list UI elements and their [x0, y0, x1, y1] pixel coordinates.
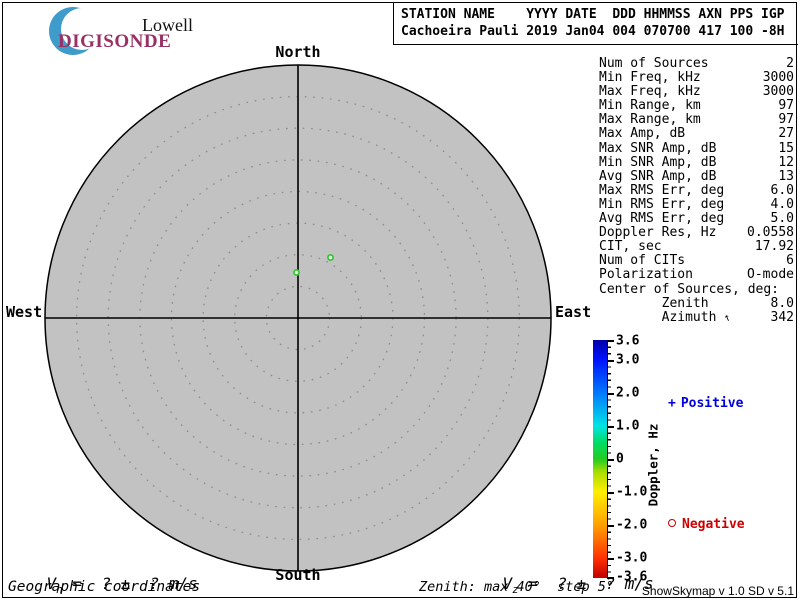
param-row: Max RMS Err, deg 6.0	[599, 182, 794, 198]
param-row: Avg RMS Err, deg 5.0	[599, 211, 794, 227]
param-row: Min Range, km 97	[599, 98, 794, 114]
source-dot	[293, 269, 300, 276]
software-version-label: ShowSkymap v 1.0 SD v 5.1	[641, 584, 794, 598]
colorbar-tick-label: 1.0	[616, 418, 640, 434]
station-header-columns: STATION NAME YYYY DATE DDD HHMMSS AXN PP…	[401, 7, 785, 22]
param-row: Center of Sources, deg:	[599, 281, 780, 297]
param-row: Num of Sources 2	[599, 56, 794, 71]
colorbar-tick-label: 3.6	[616, 333, 640, 349]
showskymap-window: Lowell DIGISONDE STATION NAME YYYY DATE …	[0, 0, 800, 600]
colorbar-tick-label: 2.0	[616, 385, 640, 401]
station-header-box: STATION NAME YYYY DATE DDD HHMMSS AXN PP…	[393, 2, 798, 45]
negative-circle-icon	[668, 519, 676, 527]
plus-icon: +	[668, 396, 676, 411]
colorbar-tick	[607, 426, 614, 428]
param-row: Zenith 8.0	[599, 295, 794, 311]
colorbar-tick	[607, 525, 614, 527]
param-row: Min SNR Amp, dB 12	[599, 154, 794, 170]
colorbar-tick-label: -2.0	[616, 517, 648, 533]
coordinate-system-label: Geographic coordinates	[8, 579, 201, 595]
positive-doppler-legend: + Positive	[668, 396, 744, 411]
compass-west-label: West	[6, 303, 43, 321]
colorbar-tick-label: 0	[616, 451, 624, 467]
compass-south-label: South	[275, 566, 321, 584]
param-row: Min Freq, kHz 3000	[599, 70, 794, 86]
compass-north-label: North	[275, 43, 321, 61]
param-row: Min RMS Err, deg 4.0	[599, 196, 794, 212]
source-dot	[327, 254, 334, 261]
colorbar-tick	[607, 459, 614, 461]
colorbar-title: Doppler, Hz	[645, 423, 661, 507]
param-row: Max Freq, kHz 3000	[599, 84, 794, 100]
logo-digisonde-text: DIGISONDE	[58, 31, 172, 52]
measurement-parameters-panel: Num of Sources 2 Min Freq, kHz 3000 Max Fr…	[599, 56, 794, 325]
param-row: Doppler Res, Hz 0.0558	[599, 225, 794, 241]
param-row: Max Amp, dB 27	[599, 126, 794, 142]
station-header-values: Cachoeira Pauli 2019 Jan04 004 070700 41…	[401, 23, 785, 39]
doppler-colorbar	[593, 340, 607, 578]
negative-doppler-legend: Negative	[668, 517, 745, 532]
param-row: Polarization O-mode	[599, 267, 794, 283]
param-row: Num of CITs 6	[599, 253, 794, 269]
colorbar-tick-label: -1.0	[616, 484, 648, 500]
param-row: CIT, sec 17.92	[599, 239, 794, 255]
param-row: Avg SNR Amp, dB 13	[599, 168, 794, 184]
colorbar-tick	[607, 340, 614, 342]
compass-east-label: East	[555, 303, 592, 321]
colorbar-tick	[607, 360, 614, 362]
param-row: Max SNR Amp, dB 15	[599, 140, 794, 156]
colorbar-tick	[607, 492, 614, 494]
colorbar-tick	[607, 393, 614, 395]
param-row: Azimuth ↑ 342	[599, 309, 794, 325]
param-row: Max Range, km 97	[599, 112, 794, 128]
colorbar-tick-label: 3.0	[616, 352, 640, 368]
